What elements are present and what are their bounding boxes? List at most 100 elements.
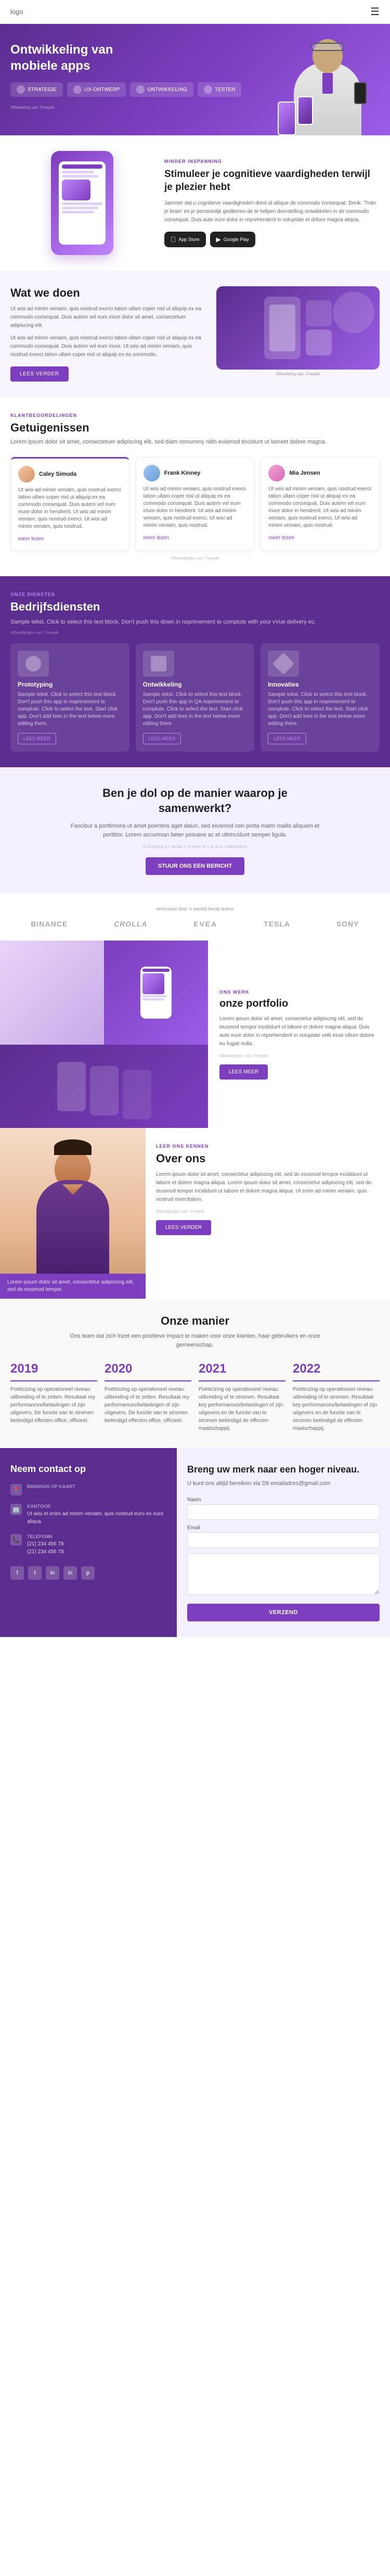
hero-boxes: STRATEGIE UX-ONTWERP ONTWIKKELING TESTEN: [10, 82, 276, 97]
social-pinterest[interactable]: p: [81, 1566, 95, 1580]
wat-we-doen-section: Wat we doen Ut wisi ad minim veniam, qui…: [0, 271, 390, 397]
hero-caption: Afbeelding van: Freepik: [10, 105, 276, 110]
dienst-text-2: Sample tekst. Click to select this text …: [143, 691, 248, 728]
wwdoen-text1: Ut wisi ad minim veniam, quis nostrud ex…: [10, 305, 206, 330]
portfolio-text: ONS WERK onze portfolio Lorem ipsum dolo…: [208, 941, 390, 1128]
portfolio-caption: Afbeeldingen van: Freepik: [219, 1054, 379, 1058]
wwdoen-image: Afbeelding van: Freepik: [216, 286, 380, 376]
contact-section: Neem contact op 📍 BINDHUIS OP KAART 🏢 KA…: [0, 1448, 390, 1637]
port-img-b: [104, 941, 208, 1045]
dienst-card-2: Ontwikkeling Sample tekst. Click to sele…: [136, 643, 255, 752]
brand-binance: BINANCE: [31, 920, 68, 928]
timeline: 2019 Poëticizing op operationeel niveau:…: [10, 1362, 380, 1432]
dienst-button-3[interactable]: LEES MEER: [268, 733, 306, 744]
portfolio-label: ONS WERK: [219, 989, 379, 995]
contact-item-kantoor: 🏢 KANTOOR Ut wisi et enim ad minim venia…: [10, 1504, 166, 1526]
lees-verder-button[interactable]: LEES VERDER: [10, 366, 69, 382]
dienst-name-1: Prototyping: [18, 681, 122, 688]
hero-title: Ontwikkeling vanmobiele apps: [10, 42, 276, 74]
over-ons-section: Lorem ipsum dolor sit amet, consectetur …: [0, 1128, 390, 1299]
dienst-button-1[interactable]: LEES MEER: [18, 733, 56, 744]
hero-box-ontwikkeling: ONTWIKKELING: [130, 82, 193, 97]
form-submit-button[interactable]: VERZEND: [187, 1604, 380, 1621]
avatar-1: [18, 466, 35, 483]
getuigenissen-title: Getuigenissen: [10, 421, 380, 435]
testimonial-more-2[interactable]: meer lezen: [144, 535, 169, 541]
wwdoen-text2: Ut wisi ad minim veniam, quis nostrud ex…: [10, 334, 206, 359]
nav-logo: logo: [10, 8, 23, 16]
testimonial-card-1: Caley Simuda Ut wisi ad minim veniam, qu…: [10, 457, 129, 551]
year-2019: 2019: [10, 1362, 97, 1381]
year-2020: 2020: [105, 1362, 191, 1381]
map-icon: 📍: [10, 1484, 22, 1495]
testimonials-grid: Caley Simuda Ut wisi ad minim veniam, qu…: [10, 457, 380, 551]
hamburger-icon[interactable]: ☰: [370, 5, 380, 18]
brand-tesla: TESLA: [264, 920, 290, 928]
getuigenissen-caption: Afbeeldingen van: Freepik: [10, 556, 380, 561]
bd-title: Bedrijfsdiensten: [10, 600, 380, 614]
map-label: BINDHUIS OP KAART: [27, 1484, 75, 1489]
form-name-label: Naam: [187, 1497, 380, 1503]
bd-caption: Afbeeldingen van: Freepik: [10, 630, 380, 635]
ons-purple-banner: Lorem ipsum dolor sit amet, consectetur …: [0, 1274, 146, 1299]
testimonial-more-1[interactable]: meer lezen: [18, 536, 44, 542]
portfolio-button[interactable]: LEES MEER: [219, 1064, 268, 1080]
social-facebook[interactable]: f: [10, 1566, 24, 1580]
manier-title: Onze manier: [10, 1314, 380, 1328]
year-2022-text: Poëticizing op operationeel niveau: uitb…: [293, 1386, 380, 1432]
form-email-field: Email: [187, 1525, 380, 1548]
ons-text-col: LEER ONS KENNEN Over ons Lorem ipsum dol…: [146, 1128, 390, 1299]
timeline-item-2019: 2019 Poëticizing op operationeel niveau:…: [10, 1362, 97, 1432]
hero-box-strategie: STRATEGIE: [10, 82, 63, 97]
manier-subtitle: Ons team dat zich inzet een positieve im…: [65, 1332, 325, 1349]
form-email-input[interactable]: [187, 1532, 380, 1548]
stimuleer-image: [10, 151, 154, 255]
form-name-input[interactable]: [187, 1504, 380, 1520]
hero-box-ux: UX-ONTWERP: [67, 82, 126, 97]
social-twitter[interactable]: t: [28, 1566, 42, 1580]
ons-caption: Afbeeldingen van: Freepik: [156, 1209, 380, 1214]
hero-box-testen: TESTEN: [198, 82, 241, 97]
diensten-grid: Prototyping Sample tekst. Click to selec…: [10, 643, 380, 752]
navbar: logo ☰: [0, 0, 390, 24]
year-2021: 2021: [199, 1362, 285, 1381]
contact-right-subtitle: U kunt ons altijd bereiken via Dit email…: [187, 1479, 380, 1488]
dienst-name-2: Ontwikkeling: [143, 681, 248, 688]
brands-label: vertrouwd door 's wereld beste teams: [10, 906, 380, 911]
contact-item-tel: 📞 TELEFONN (21) 234 456 78 (21) 234 456 …: [10, 1534, 166, 1556]
kantoor-label: KANTOOR: [27, 1504, 166, 1509]
testimonial-more-3[interactable]: meer lezen: [268, 535, 294, 541]
contact-left: Neem contact op 📍 BINDHUIS OP KAART 🏢 KA…: [0, 1448, 177, 1637]
social-linkedin[interactable]: in: [63, 1566, 77, 1580]
year-2022: 2022: [293, 1362, 380, 1381]
ons-button[interactable]: LEES VERDER: [156, 1220, 211, 1235]
wwdoen-title: Wat we doen: [10, 286, 206, 300]
testimonial-text-1: Ut wisi ad minim veniam, quis nostrud ex…: [18, 487, 122, 530]
form-message-input[interactable]: [187, 1553, 380, 1595]
testimonial-text-2: Ut wisi ad minim veniam, quis nostrud ex…: [144, 486, 247, 529]
stimuleer-section: MINDER INSPANNING Stimuleer je cognitiev…: [0, 135, 390, 271]
dienst-button-2[interactable]: LEES MEER: [143, 733, 181, 744]
purple-banner-text: Lorem ipsum dolor sit amet, consectetur …: [7, 1279, 138, 1293]
avatar-3: [268, 465, 285, 481]
testimonial-name-2: Frank Kinney: [164, 470, 201, 476]
contact-left-title: Neem contact op: [10, 1464, 166, 1475]
contact-button[interactable]: STUUR ONS EEN BERICHT: [146, 857, 244, 875]
google-play-button[interactable]: ▶ Google Play: [210, 232, 255, 247]
form-email-label: Email: [187, 1525, 380, 1531]
year-2020-text: Poëticizing op operationeel niveau: uitb…: [105, 1386, 191, 1425]
dienst-text-3: Sample tekst. Click to select this text …: [268, 691, 372, 728]
ons-text-body: Lorem ipsum dolor sit amet, consectetur …: [156, 1171, 380, 1204]
timeline-item-2021: 2021 Poëticizing op operationeel niveau:…: [199, 1362, 285, 1432]
social-instagram[interactable]: in: [46, 1566, 59, 1580]
tel-info: (21) 234 456 78 (21) 234 456 78: [27, 1540, 64, 1556]
bedrijfsdiensten-section: ONZE DIENSTEN Bedrijfsdiensten Sample te…: [0, 576, 390, 768]
ben-je-dol-section: Ben je dol op de manier waarop je samenw…: [0, 767, 390, 894]
contact-right-title: Breng uw merk naar een hoger niveau.: [187, 1464, 380, 1476]
tel-label: TELEFONN: [27, 1534, 64, 1539]
hero-content: Ontwikkeling vanmobiele apps STRATEGIE U…: [10, 36, 276, 110]
kantoor-icon: 🏢: [10, 1504, 22, 1515]
app-store-button[interactable]:  App Store: [164, 232, 206, 247]
brand-crolla: CROLLA: [114, 920, 147, 928]
portfolio-images: [0, 941, 208, 1128]
